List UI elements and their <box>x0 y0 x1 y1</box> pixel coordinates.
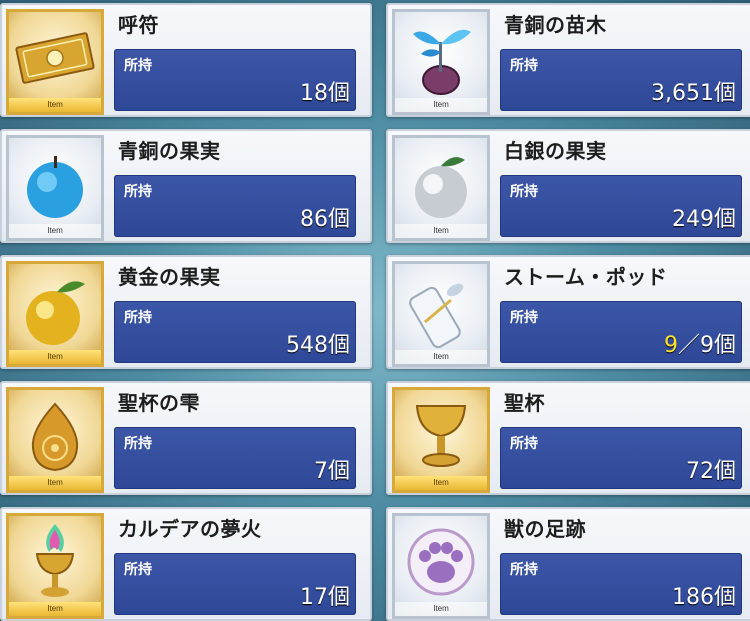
owned-count: 72個 <box>686 459 736 484</box>
item-tag: Item <box>395 350 487 364</box>
item-card-grail-drop[interactable]: Item 聖杯の雫 所持 7個 <box>0 381 372 495</box>
silver-fruit-icon <box>415 157 467 218</box>
owned-panel: 所持 548個 <box>114 301 356 363</box>
item-thumbnail: Item <box>392 261 490 367</box>
item-tag: Item <box>395 602 487 616</box>
item-tag: Item <box>395 224 487 238</box>
owned-panel: 所持 72個 <box>500 427 742 489</box>
item-thumbnail: Item <box>392 513 490 619</box>
owned-label: 所持 <box>124 310 152 326</box>
owned-count: 3,651個 <box>651 81 736 106</box>
item-inventory-grid: Item 呼符 所持 18個 Item 青銅の苗木 所持 3,651個 Item… <box>0 0 750 621</box>
item-name: 呼符 <box>118 13 159 37</box>
item-name: 聖杯 <box>504 391 545 415</box>
owned-label: 所持 <box>124 184 152 200</box>
item-card-storm-pod[interactable]: Item ストーム・ポッド 所持 9／9個 <box>386 255 750 369</box>
owned-panel: 所持 249個 <box>500 175 742 237</box>
item-tag: Item <box>9 98 101 112</box>
owned-label: 所持 <box>124 562 152 578</box>
owned-count: 249個 <box>672 207 736 232</box>
item-name: カルデアの夢火 <box>118 517 262 541</box>
owned-count: 17個 <box>300 585 350 610</box>
item-name: 聖杯の雫 <box>118 391 200 415</box>
item-card-bronze-fruit[interactable]: Item 青銅の果実 所持 86個 <box>0 129 372 243</box>
grail-drop-icon <box>31 402 79 472</box>
storm-pod-icon <box>409 283 464 349</box>
owned-label: 所持 <box>510 58 538 74</box>
item-thumbnail: Item <box>6 387 104 493</box>
item-thumbnail: Item <box>392 387 490 493</box>
owned-count: 548個 <box>286 333 350 358</box>
item-name: ストーム・ポッド <box>504 265 668 289</box>
owned-panel: 所持 7個 <box>114 427 356 489</box>
owned-count-max: 9個 <box>700 333 736 358</box>
owned-label: 所持 <box>510 562 538 578</box>
bronze-sapling-icon <box>413 29 471 95</box>
owned-count: 9／9個 <box>664 327 736 359</box>
gold-fruit-icon <box>26 281 85 345</box>
owned-label: 所持 <box>510 310 538 326</box>
owned-panel: 所持 186個 <box>500 553 742 615</box>
bronze-fruit-icon <box>27 156 83 218</box>
item-name: 黄金の果実 <box>118 265 221 289</box>
item-name: 青銅の苗木 <box>504 13 607 37</box>
item-tag: Item <box>9 350 101 364</box>
item-tag: Item <box>395 98 487 112</box>
owned-count: 7個 <box>314 459 350 484</box>
owned-label: 所持 <box>510 436 538 452</box>
owned-panel: 所持 86個 <box>114 175 356 237</box>
item-card-chaldea-lantern[interactable]: Item カルデアの夢火 所持 17個 <box>0 507 372 621</box>
item-tag: Item <box>9 224 101 238</box>
owned-count: 86個 <box>300 207 350 232</box>
item-thumbnail: Item <box>6 135 104 241</box>
owned-count: 18個 <box>300 81 350 106</box>
holy-grail-icon <box>415 405 467 467</box>
item-thumbnail: Item <box>6 261 104 367</box>
owned-count-current: 9 <box>663 333 678 358</box>
owned-panel: 所持 18個 <box>114 49 356 111</box>
item-card-bronze-sapling[interactable]: Item 青銅の苗木 所持 3,651個 <box>386 3 750 117</box>
owned-count: 186個 <box>672 585 736 610</box>
chaldea-lantern-icon <box>35 524 75 597</box>
item-thumbnail: Item <box>392 135 490 241</box>
summon-ticket-icon <box>15 32 95 84</box>
item-name: 獣の足跡 <box>504 517 586 541</box>
item-tag: Item <box>9 602 101 616</box>
item-card-summon-ticket[interactable]: Item 呼符 所持 18個 <box>0 3 372 117</box>
item-card-holy-grail[interactable]: Item 聖杯 所持 72個 <box>386 381 750 495</box>
item-tag: Item <box>9 476 101 490</box>
owned-panel: 所持 3,651個 <box>500 49 742 111</box>
item-thumbnail: Item <box>6 513 104 619</box>
beast-footprint-icon <box>407 528 475 596</box>
owned-count-separator: ／ <box>677 333 700 358</box>
owned-label: 所持 <box>510 184 538 200</box>
item-name: 白銀の果実 <box>504 139 607 163</box>
item-card-beast-footprint[interactable]: Item 獣の足跡 所持 186個 <box>386 507 750 621</box>
item-card-gold-fruit[interactable]: Item 黄金の果実 所持 548個 <box>0 255 372 369</box>
owned-panel: 所持 17個 <box>114 553 356 615</box>
owned-label: 所持 <box>124 58 152 74</box>
item-tag: Item <box>395 476 487 490</box>
owned-label: 所持 <box>124 436 152 452</box>
item-card-silver-fruit[interactable]: Item 白銀の果実 所持 249個 <box>386 129 750 243</box>
item-thumbnail: Item <box>6 9 104 115</box>
item-thumbnail: Item <box>392 9 490 115</box>
owned-panel: 所持 9／9個 <box>500 301 742 363</box>
item-name: 青銅の果実 <box>118 139 221 163</box>
